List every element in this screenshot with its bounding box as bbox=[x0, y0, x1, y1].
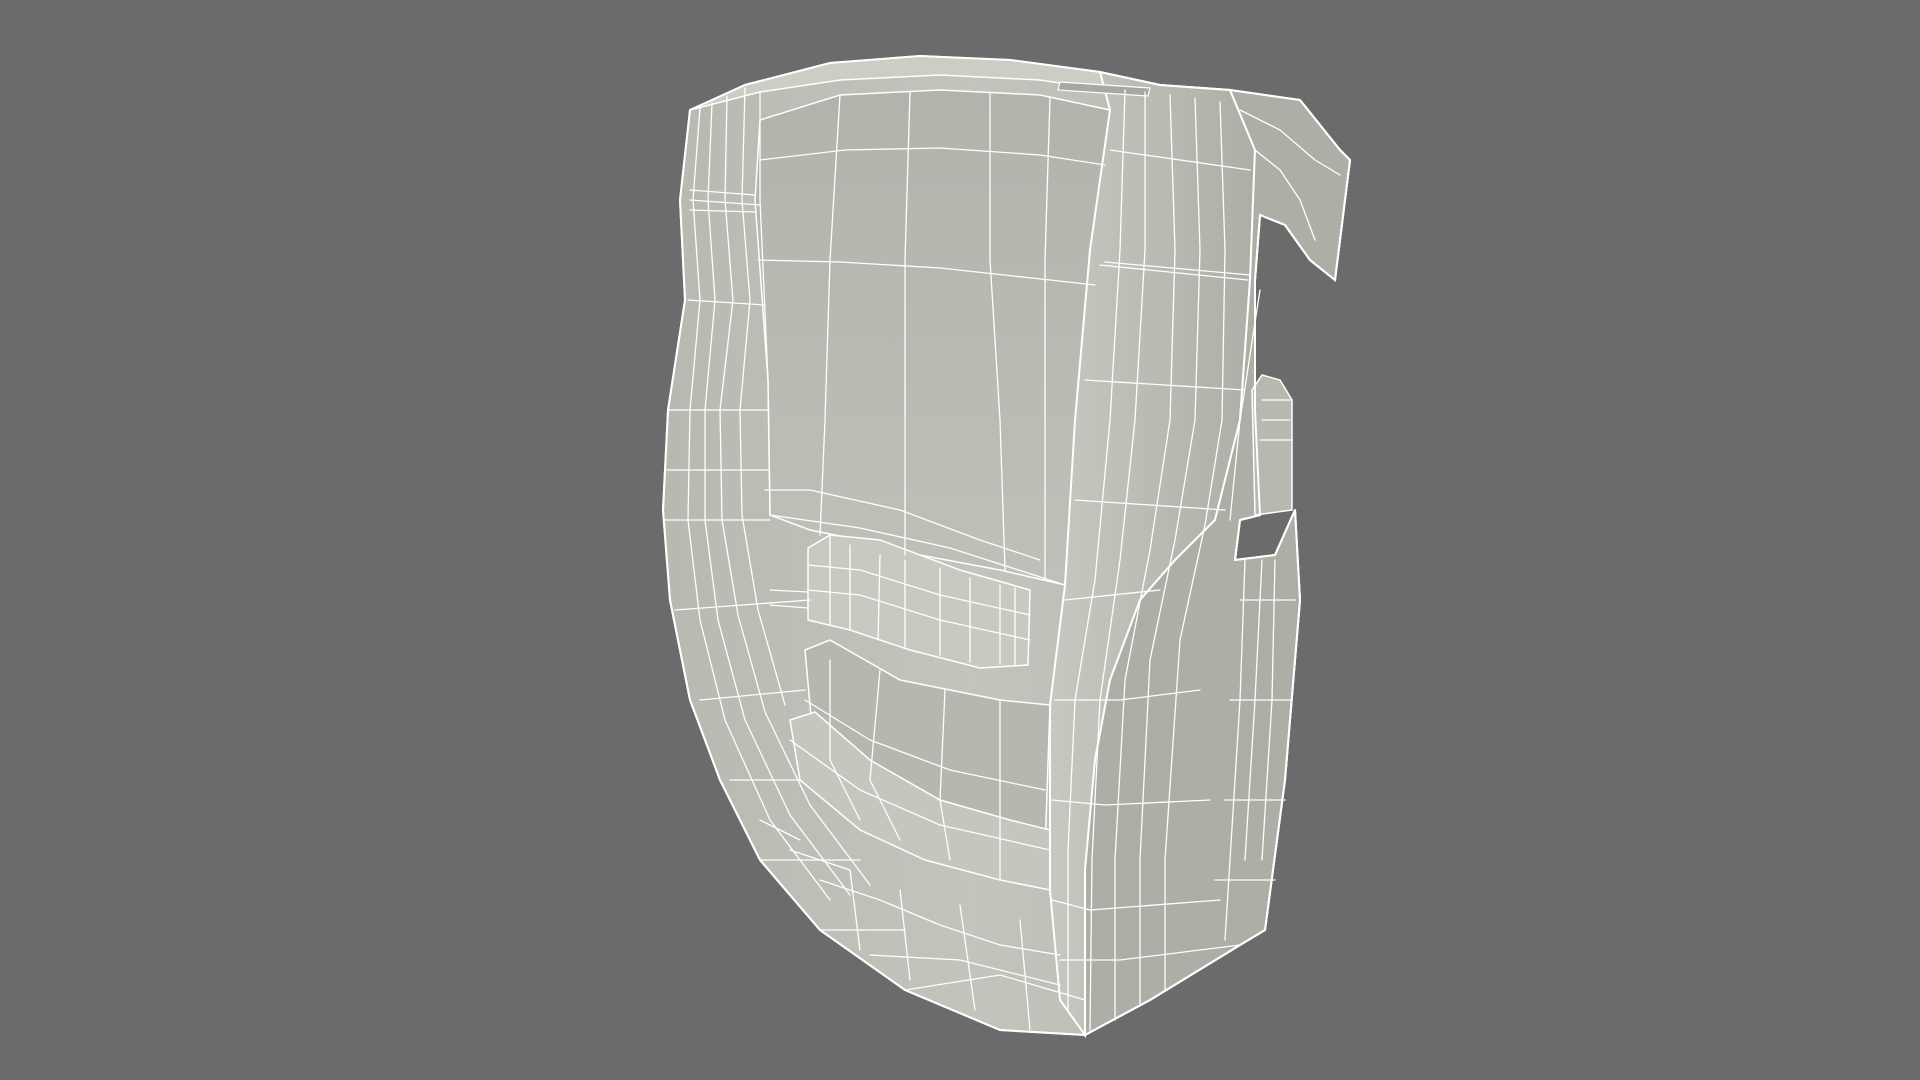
upper-recess-panel bbox=[754, 89, 1111, 586]
render-viewport bbox=[0, 0, 1920, 1080]
model-render bbox=[661, 54, 1352, 1039]
